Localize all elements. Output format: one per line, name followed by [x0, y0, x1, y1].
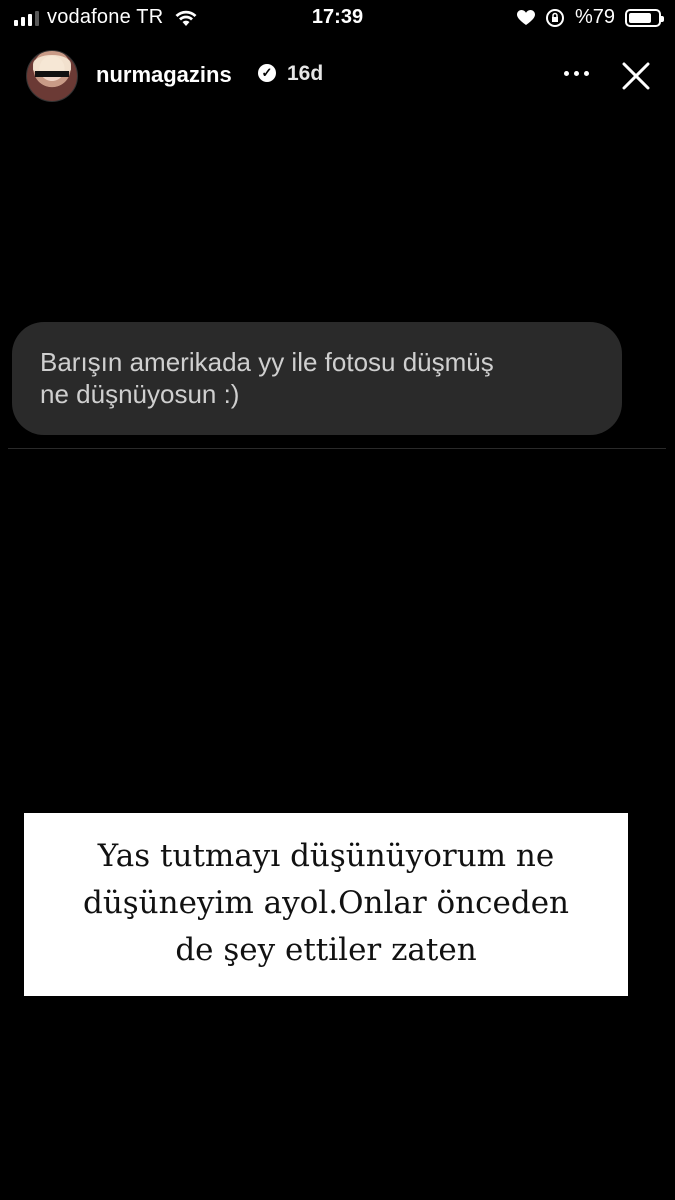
question-sticker: Barışın amerikada yy ile fotosu düşmüş n…	[12, 322, 622, 435]
answer-text-box: Yas tutmayı düşünüyorum ne düşüneyim ayo…	[24, 813, 628, 996]
story-header: nurmagazins ✓ 16d	[0, 44, 675, 104]
divider	[8, 448, 666, 449]
battery-icon	[625, 8, 664, 27]
battery-fill	[629, 12, 652, 23]
heart-icon	[516, 9, 535, 25]
battery-percentage: %79	[574, 6, 615, 28]
status-bar: vodafone TR 17:39 %79	[0, 0, 675, 34]
close-icon[interactable]	[616, 56, 656, 96]
screen-lock-icon	[545, 8, 564, 27]
avatar[interactable]	[26, 50, 78, 102]
username[interactable]: nurmagazins	[96, 62, 232, 88]
more-options-icon[interactable]	[560, 60, 592, 86]
answer-line-2: düşüneyim ayol.Onlar önceden	[82, 885, 570, 921]
answer-line-3: de şey ettiler zaten	[175, 932, 477, 968]
status-right: %79	[516, 6, 664, 29]
story-time-ago: 16d	[287, 62, 324, 85]
question-line-1: Barışın amerikada yy ile fotosu düşmüş	[40, 347, 494, 377]
answer-line-1: Yas tutmayı düşünüyorum ne	[97, 838, 555, 874]
verified-badge-icon: ✓	[258, 64, 276, 82]
question-line-2: ne düşnüyosun :)	[40, 379, 240, 409]
